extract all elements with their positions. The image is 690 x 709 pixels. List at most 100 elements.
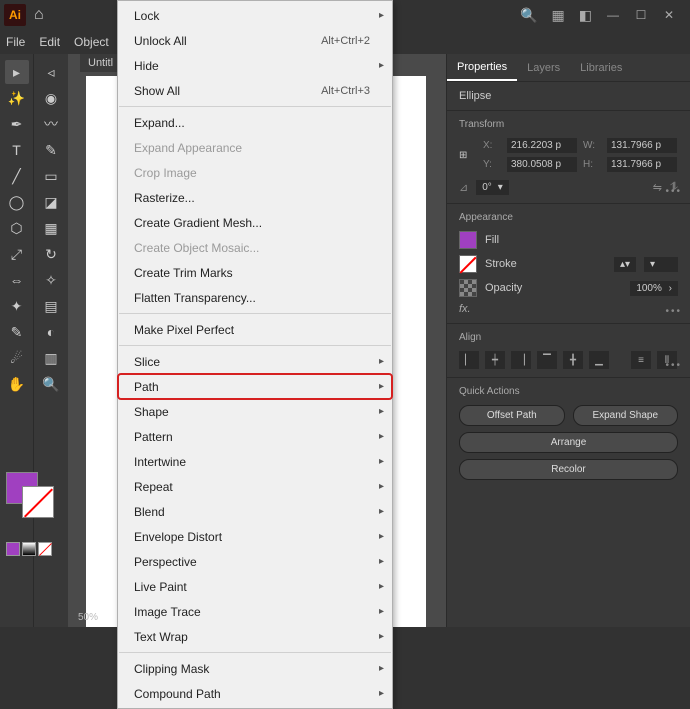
zoom-tool-icon[interactable]: 🔍 bbox=[39, 372, 63, 396]
align-hcenter-icon[interactable]: ┿ bbox=[485, 351, 505, 369]
menu-file[interactable]: File bbox=[6, 35, 25, 49]
menu-object[interactable]: Object bbox=[74, 35, 109, 49]
y-input[interactable]: 380.0508 p bbox=[507, 157, 577, 172]
appearance-label: Appearance bbox=[459, 212, 678, 223]
menu-item-expand[interactable]: Expand... bbox=[118, 110, 392, 135]
shaper-tool-icon[interactable]: ✧ bbox=[39, 268, 63, 292]
window-close-icon[interactable]: ✕ bbox=[662, 9, 676, 21]
reference-point-icon[interactable]: ⊞ bbox=[459, 150, 477, 161]
menu-item-show-all[interactable]: Show AllAlt+Ctrl+3 bbox=[118, 78, 392, 103]
home-icon[interactable]: ⌂ bbox=[34, 6, 44, 24]
ellipse-tool-icon[interactable]: ◯ bbox=[5, 190, 29, 214]
align-left-icon[interactable]: ▏ bbox=[459, 351, 479, 369]
lasso-tool-icon[interactable]: ◉ bbox=[39, 86, 63, 110]
width-tool-icon[interactable]: ⇔ bbox=[5, 268, 29, 292]
shape-builder-tool-icon[interactable]: ⬡ bbox=[5, 216, 29, 240]
opacity-input[interactable]: 100% › bbox=[630, 281, 678, 296]
eraser-tool-icon[interactable]: ◪ bbox=[39, 190, 63, 214]
align-bottom-icon[interactable]: ▁ bbox=[589, 351, 609, 369]
menu-item-intertwine[interactable]: Intertwine▸ bbox=[118, 449, 392, 474]
y-label: Y: bbox=[483, 159, 501, 170]
menu-item-slice[interactable]: Slice▸ bbox=[118, 349, 392, 374]
stroke-swatch[interactable] bbox=[22, 486, 54, 518]
curvature-tool-icon[interactable]: 〰 bbox=[39, 112, 63, 136]
menu-item-pixel-perfect[interactable]: Make Pixel Perfect bbox=[118, 317, 392, 342]
magic-wand-tool-icon[interactable]: ✨ bbox=[5, 86, 29, 110]
menu-item-envelope[interactable]: Envelope Distort▸ bbox=[118, 524, 392, 549]
arrange-button[interactable]: Arrange bbox=[459, 432, 678, 453]
distribute-v-icon[interactable]: ≡ bbox=[631, 351, 651, 369]
align-top-icon[interactable]: ▔ bbox=[537, 351, 557, 369]
menu-item-unlock-all[interactable]: Unlock AllAlt+Ctrl+2 bbox=[118, 28, 392, 53]
tab-libraries[interactable]: Libraries bbox=[570, 54, 632, 81]
menu-item-compound-path[interactable]: Compound Path▸ bbox=[118, 681, 392, 706]
align-vcenter-icon[interactable]: ╋ bbox=[563, 351, 583, 369]
more-transform-icon[interactable]: ••• bbox=[665, 186, 682, 197]
stroke-profile-select[interactable]: ▾ bbox=[644, 257, 678, 272]
symbol-tool-icon[interactable]: ☄ bbox=[5, 346, 29, 370]
expand-shape-button[interactable]: Expand Shape bbox=[573, 405, 679, 426]
more-align-icon[interactable]: ••• bbox=[665, 360, 682, 371]
arrange-docs-icon[interactable]: ▦ bbox=[552, 7, 565, 24]
menu-item-pattern[interactable]: Pattern▸ bbox=[118, 424, 392, 449]
w-label: W: bbox=[583, 140, 601, 151]
document-tab[interactable]: Untitl bbox=[80, 54, 121, 72]
menu-item-rasterize[interactable]: Rasterize... bbox=[118, 185, 392, 210]
x-input[interactable]: 216.2203 p bbox=[507, 138, 577, 153]
menu-edit[interactable]: Edit bbox=[39, 35, 60, 49]
gradient-tool-icon[interactable]: ▤ bbox=[39, 294, 63, 318]
direct-selection-tool-icon[interactable]: ◃ bbox=[39, 60, 63, 84]
menu-item-text-wrap[interactable]: Text Wrap▸ bbox=[118, 624, 392, 649]
menu-item-image-trace[interactable]: Image Trace▸ bbox=[118, 599, 392, 624]
h-input[interactable]: 131.7966 p bbox=[607, 157, 677, 172]
more-appearance-icon[interactable]: ••• bbox=[665, 306, 682, 317]
free-transform-tool-icon[interactable]: ▦ bbox=[39, 216, 63, 240]
rotate-tool-icon[interactable]: ↻ bbox=[39, 242, 63, 266]
app-logo-icon: Ai bbox=[4, 4, 26, 26]
menu-item-clipping-mask[interactable]: Clipping Mask▸ bbox=[118, 656, 392, 681]
workspace-switcher-icon[interactable]: ◧ bbox=[579, 7, 592, 24]
tab-layers[interactable]: Layers bbox=[517, 54, 570, 81]
window-maximize-icon[interactable]: ☐ bbox=[634, 9, 648, 21]
eyedropper-tool-icon[interactable]: ✎ bbox=[5, 320, 29, 344]
menu-item-trim-marks[interactable]: Create Trim Marks bbox=[118, 260, 392, 285]
angle-input[interactable]: 0°▾ bbox=[476, 180, 509, 195]
color-mode-swatches[interactable] bbox=[6, 542, 52, 556]
zoom-level[interactable]: 50% bbox=[78, 612, 98, 623]
offset-path-button[interactable]: Offset Path bbox=[459, 405, 565, 426]
stroke-color-swatch[interactable] bbox=[459, 255, 477, 273]
stroke-weight-input[interactable]: ▴▾ bbox=[614, 257, 636, 272]
menu-item-repeat[interactable]: Repeat▸ bbox=[118, 474, 392, 499]
pen-tool-icon[interactable]: ✒ bbox=[5, 112, 29, 136]
touch-type-tool-icon[interactable]: ✎ bbox=[39, 138, 63, 162]
align-right-icon[interactable]: ▕ bbox=[511, 351, 531, 369]
scale-tool-icon[interactable]: ⤢ bbox=[5, 242, 29, 266]
window-minimize-icon[interactable]: — bbox=[606, 9, 620, 21]
menu-item-path[interactable]: Path▸ bbox=[118, 374, 392, 399]
menu-item-live-paint[interactable]: Live Paint▸ bbox=[118, 574, 392, 599]
menu-item-hide[interactable]: Hide▸ bbox=[118, 53, 392, 78]
opacity-swatch-icon[interactable] bbox=[459, 279, 477, 297]
hand-tool-icon[interactable]: ✋ bbox=[5, 372, 29, 396]
menu-item-gradient-mesh[interactable]: Create Gradient Mesh... bbox=[118, 210, 392, 235]
menu-item-shape[interactable]: Shape▸ bbox=[118, 399, 392, 424]
menu-item-blend[interactable]: Blend▸ bbox=[118, 499, 392, 524]
stroke-label: Stroke bbox=[485, 258, 517, 270]
menu-item-flatten[interactable]: Flatten Transparency... bbox=[118, 285, 392, 310]
fill-color-swatch[interactable] bbox=[459, 231, 477, 249]
graph-tool-icon[interactable]: ▥ bbox=[39, 346, 63, 370]
rectangle-tool-icon[interactable]: ▭ bbox=[39, 164, 63, 188]
menu-item-lock[interactable]: Lock▸ bbox=[118, 3, 392, 28]
selection-tool-icon[interactable]: ▸ bbox=[5, 60, 29, 84]
menu-item-perspective[interactable]: Perspective▸ bbox=[118, 549, 392, 574]
blend-tool-icon[interactable]: ◐ bbox=[39, 320, 63, 344]
line-tool-icon[interactable]: ╱ bbox=[5, 164, 29, 188]
recolor-button[interactable]: Recolor bbox=[459, 459, 678, 480]
flip-h-icon[interactable]: ⇋ bbox=[653, 181, 662, 194]
w-input[interactable]: 131.7966 p bbox=[607, 138, 677, 153]
search-icon[interactable]: 🔍 bbox=[520, 7, 537, 24]
type-tool-icon[interactable]: T bbox=[5, 138, 29, 162]
fx-label[interactable]: fx. bbox=[459, 303, 678, 315]
puppet-tool-icon[interactable]: ✦ bbox=[5, 294, 29, 318]
tab-properties[interactable]: Properties bbox=[447, 54, 517, 81]
